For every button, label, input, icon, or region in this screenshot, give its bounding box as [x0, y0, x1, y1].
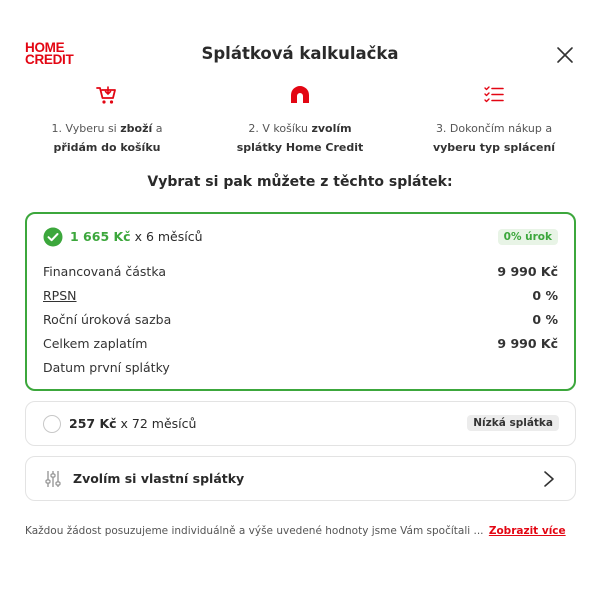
option-head: 1 665 Kč x 6 měsíců 0% úrok [43, 227, 558, 249]
detail-label: Financovaná částka [43, 264, 167, 279]
step-2-text-pre: 2. V košíku [248, 122, 312, 135]
step-3-text-pre: 3. Dokončím nákup a [435, 122, 553, 135]
option-radio[interactable] [43, 415, 61, 433]
sliders-icon [45, 471, 61, 487]
installment-option-low[interactable]: 257 Kč x 72 měsíců Nízká splátka [25, 401, 576, 446]
step-3-text: 3. Dokončím nákup a vyberu typ splácení [404, 119, 584, 157]
detail-value: 9 990 Kč [497, 336, 558, 351]
options-subtitle: Vybrat si pak můžete z těchto splátek: [147, 174, 453, 190]
installment-amount: 1 665 Kč [70, 229, 131, 244]
installment-term: x 72 měsíců [116, 416, 197, 431]
step-2-text: 2. V košíku zvolím splátky Home Credit [210, 119, 390, 157]
cart-icon [96, 86, 116, 104]
step-2: 2. V košíku zvolím splátky Home Credit [210, 84, 390, 157]
step-2-text-bold: zvolím [311, 122, 352, 135]
detail-value: 0 % [532, 312, 558, 327]
installment-option-selected[interactable]: 1 665 Kč x 6 měsíců 0% úrok Financovaná … [25, 212, 576, 391]
detail-label: Datum první splátky [43, 360, 170, 375]
installment-term: x 6 měsíců [130, 229, 203, 244]
steps-section: 1. Vyberu si zboží a přidám do košíku 2.… [0, 84, 600, 164]
step-1-text-bold: zboží [120, 122, 153, 135]
detail-row: Celkem zaplatím 9 990 Kč [43, 334, 558, 358]
detail-row: Financovaná částka 9 990 Kč [43, 262, 558, 286]
option-summary: 257 Kč x 72 měsíců [69, 416, 196, 431]
home-credit-mark-icon [291, 86, 309, 103]
step-3-text-line2: vyberu typ splácení [432, 141, 556, 154]
step-2-text-line2: splátky Home Credit [236, 141, 364, 154]
detail-label: Roční úroková sazba [43, 312, 172, 327]
step-1-text-post: a [152, 122, 163, 135]
detail-row: Datum první splátky [43, 358, 558, 382]
step-1-text-pre: 1. Vyberu si [51, 122, 121, 135]
check-circle-icon [43, 227, 63, 247]
checklist-icon [484, 86, 504, 103]
option-details: Financovaná částka 9 990 Kč RPSN 0 % Roč… [43, 262, 558, 382]
rpsn-link[interactable]: RPSN [43, 288, 77, 303]
step-1-text-line2: přidám do košíku [53, 141, 161, 154]
footer-disclaimer: Každou žádost posuzujeme individuálně a … [25, 525, 566, 537]
custom-installments-label: Zvolím si vlastní splátky [73, 471, 245, 486]
installment-amount: 257 Kč [69, 416, 117, 431]
modal-header: HOME CREDIT Splátková kalkulačka [0, 0, 600, 80]
detail-value: 9 990 Kč [497, 264, 558, 279]
modal-title: Splátková kalkulačka [201, 44, 399, 63]
detail-row: Roční úroková sazba 0 % [43, 310, 558, 334]
low-payment-badge: Nízká splátka [467, 415, 559, 431]
custom-installments-button[interactable]: Zvolím si vlastní splátky [25, 456, 576, 501]
interest-badge: 0% úrok [497, 229, 558, 245]
show-more-link[interactable]: Zobrazit více [489, 525, 566, 537]
step-1: 1. Vyberu si zboží a přidám do košíku [17, 84, 197, 157]
detail-label: Celkem zaplatím [43, 336, 148, 351]
option-summary: 1 665 Kč x 6 měsíců [70, 229, 203, 244]
chevron-right-icon [544, 471, 554, 487]
detail-value: 0 % [532, 288, 558, 303]
step-1-text: 1. Vyberu si zboží a přidám do košíku [17, 119, 197, 157]
step-3: 3. Dokončím nákup a vyberu typ splácení [404, 84, 584, 157]
detail-row: RPSN 0 % [43, 286, 558, 310]
disclaimer-text: Každou žádost posuzujeme individuálně a … [25, 525, 484, 537]
close-icon[interactable] [555, 45, 575, 65]
